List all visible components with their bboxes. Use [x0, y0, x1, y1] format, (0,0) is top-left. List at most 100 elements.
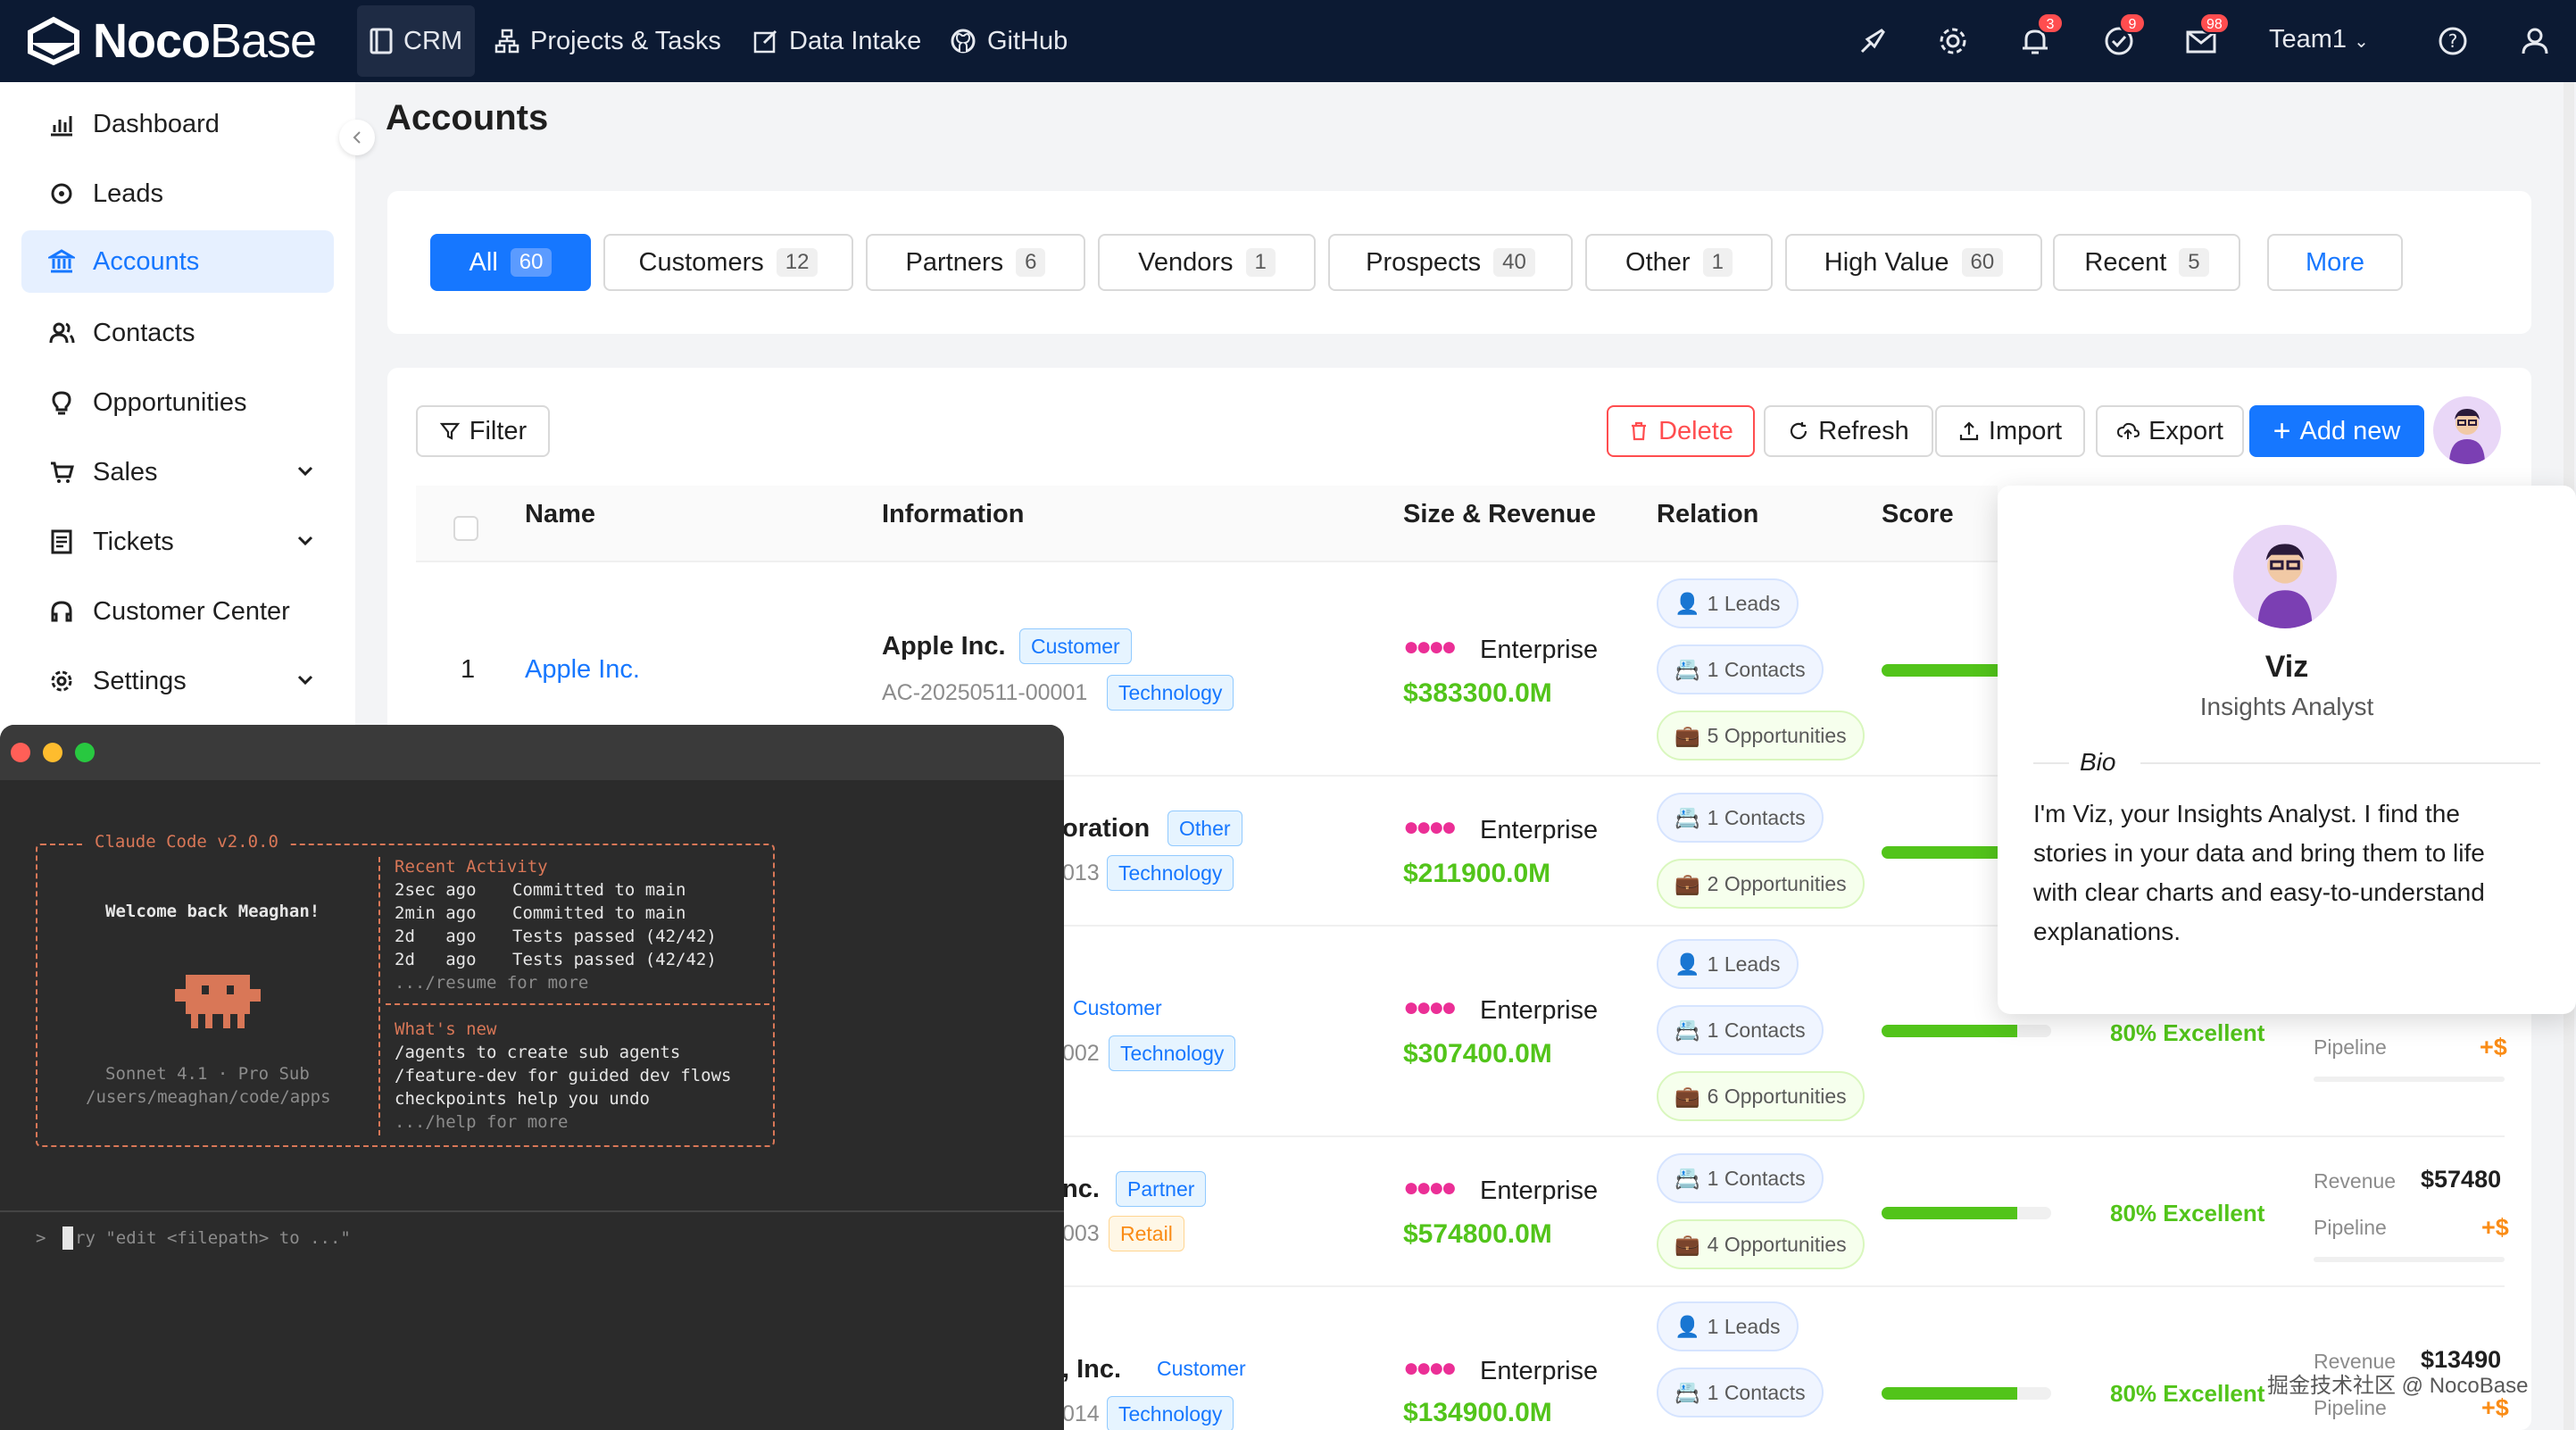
relation-contacts[interactable]: 📇 1 Contacts — [1657, 1368, 1824, 1418]
terminal-input[interactable]: ry "edit <filepath> to ..." — [75, 1228, 351, 1248]
account-name-link[interactable]: Apple Inc. — [525, 655, 640, 685]
tab-high-value[interactable]: High Value 60 — [1785, 234, 2042, 291]
pipeline-label: Pipeline — [2314, 1396, 2387, 1419]
gear-icon[interactable] — [1935, 23, 1971, 59]
select-all-checkbox[interactable] — [453, 516, 478, 541]
export-button[interactable]: Export — [2096, 405, 2244, 457]
annual-revenue: $211900.0M — [1403, 859, 1551, 888]
sidebar-item-label: Contacts — [93, 318, 195, 347]
sidebar-item-tickets[interactable]: Tickets — [21, 511, 334, 573]
sidebar-item-leads[interactable]: Leads — [21, 162, 334, 225]
team-switcher[interactable]: Team1 ⌄ — [2269, 25, 2369, 54]
refresh-button-label: Refresh — [1818, 416, 1909, 445]
delete-button[interactable]: Delete — [1607, 405, 1755, 457]
sidebar-item-sales[interactable]: Sales — [21, 441, 334, 503]
pipeline-label: Pipeline — [2314, 1035, 2387, 1059]
sidebar-item-opportunities[interactable]: Opportunities — [21, 371, 334, 434]
info-name: nc. — [1062, 1175, 1100, 1203]
user-icon[interactable] — [2517, 23, 2553, 59]
relation-label: 1 Contacts — [1707, 1380, 1806, 1404]
relation-opportunities[interactable]: 💼 6 Opportunities — [1657, 1071, 1865, 1121]
tab-recent[interactable]: Recent 5 — [2053, 234, 2240, 291]
nav-github[interactable]: GitHub — [937, 0, 1080, 82]
info-name: , Inc. — [1062, 1355, 1122, 1384]
minimize-window-button[interactable] — [43, 743, 62, 762]
account-code: AC-20250511-00001 — [882, 680, 1088, 705]
tab-all[interactable]: All 60 — [430, 234, 591, 291]
relation-label: 1 Contacts — [1707, 657, 1806, 681]
relation-contacts[interactable]: 📇 1 Contacts — [1657, 644, 1824, 694]
sidebar-item-settings[interactable]: Settings — [21, 650, 334, 712]
recent-activity-title: Recent Activity — [395, 857, 548, 877]
relation-contacts[interactable]: 📇 1 Contacts — [1657, 1005, 1824, 1055]
tab-vendors[interactable]: Vendors 1 — [1098, 234, 1316, 291]
help-icon[interactable]: ? — [2435, 23, 2471, 59]
column-header-relation[interactable]: Relation — [1657, 500, 1758, 529]
relation-leads[interactable]: 👤 1 Leads — [1657, 939, 1799, 989]
prompt-symbol: > — [36, 1228, 46, 1248]
import-button[interactable]: Import — [1935, 405, 2085, 457]
tab-customers[interactable]: Customers 12 — [603, 234, 853, 291]
refresh-button[interactable]: Refresh — [1764, 405, 1933, 457]
nav-data-intake[interactable]: Data Intake — [741, 0, 934, 82]
column-header-name[interactable]: Name — [525, 500, 595, 529]
relation-contacts[interactable]: 📇 1 Contacts — [1657, 1153, 1824, 1203]
maximize-window-button[interactable] — [75, 743, 95, 762]
welcome-box-title: Claude Code v2.0.0 — [86, 832, 287, 852]
user-icon: 👤 — [1674, 1314, 1700, 1338]
plus-icon: + — [2273, 414, 2291, 448]
revenue-value: $57480 — [2421, 1166, 2502, 1193]
close-window-button[interactable] — [11, 743, 30, 762]
score-bar — [1882, 1387, 2051, 1400]
brush-icon[interactable] — [1855, 23, 1890, 59]
tab-prospects[interactable]: Prospects 40 — [1328, 234, 1573, 291]
sidebar-item-label: Dashboard — [93, 109, 220, 138]
ai-assistant-avatar[interactable] — [2433, 396, 2501, 464]
sidebar-item-contacts[interactable]: Contacts — [21, 302, 334, 364]
team-name: Team1 — [2269, 25, 2347, 54]
whats-new-title: What's new — [395, 1019, 497, 1039]
relation-label: 1 Leads — [1707, 591, 1781, 615]
company-size: Enterprise — [1480, 1176, 1599, 1205]
filter-button[interactable]: Filter — [416, 405, 550, 457]
pipeline-value: +$ — [2480, 1034, 2507, 1060]
relation-opportunities[interactable]: 💼 4 Opportunities — [1657, 1219, 1865, 1269]
user-icon: 👤 — [1674, 591, 1700, 615]
tab-partners[interactable]: Partners 6 — [866, 234, 1085, 291]
column-header-size-revenue[interactable]: Size & Revenue — [1403, 500, 1596, 529]
relation-leads[interactable]: 👤 1 Leads — [1657, 1301, 1799, 1351]
relation-opportunities[interactable]: 💼 5 Opportunities — [1657, 711, 1865, 761]
header-row-background — [416, 486, 1998, 562]
sidebar-item-accounts[interactable]: Accounts — [21, 230, 334, 293]
size-dots: ●●●● — [1403, 993, 1458, 1022]
annual-revenue: $574800.0M — [1403, 1219, 1552, 1249]
add-new-button[interactable]: + Add new — [2249, 405, 2424, 457]
bio-label: Bio — [2080, 748, 2116, 776]
relation-leads[interactable]: 👤 1 Leads — [1657, 578, 1799, 628]
nav-projects-tasks[interactable]: Projects & Tasks — [482, 0, 734, 82]
tab-other[interactable]: Other 1 — [1585, 234, 1773, 291]
sidebar-item-label: Sales — [93, 457, 158, 486]
tab-more[interactable]: More — [2267, 234, 2403, 291]
score-label: 80% Excellent — [2110, 1380, 2265, 1407]
whats-new-item: /feature-dev for guided dev flows — [395, 1066, 732, 1085]
working-directory: /users/meaghan/code/apps — [86, 1087, 331, 1107]
delete-button-label: Delete — [1658, 416, 1733, 445]
relation-opportunities[interactable]: 💼 2 Opportunities — [1657, 859, 1865, 909]
whats-new-more-hint: .../help for more — [395, 1112, 569, 1132]
filter-icon — [439, 422, 461, 440]
relation-contacts[interactable]: 📇 1 Contacts — [1657, 793, 1824, 843]
column-header-score[interactable]: Score — [1882, 500, 1954, 529]
relation-label: 4 Opportunities — [1707, 1232, 1847, 1256]
annual-revenue: $134900.0M — [1403, 1398, 1552, 1427]
import-button-label: Import — [1988, 416, 2063, 445]
target-icon — [51, 183, 72, 204]
sidebar-item-customer-center[interactable]: Customer Center — [21, 580, 334, 643]
nocobase-logo[interactable]: NocoBase — [27, 12, 317, 70]
nav-crm[interactable]: CRM — [357, 5, 476, 77]
terminal-title-bar[interactable] — [0, 725, 1064, 780]
sidebar-item-dashboard[interactable]: Dashboard — [21, 93, 334, 155]
column-header-information[interactable]: Information — [882, 500, 1025, 529]
assistant-profile-popover: Viz Insights Analyst Bio I'm Viz, your I… — [1998, 486, 2576, 1014]
collapse-sidebar-button[interactable] — [339, 120, 375, 155]
